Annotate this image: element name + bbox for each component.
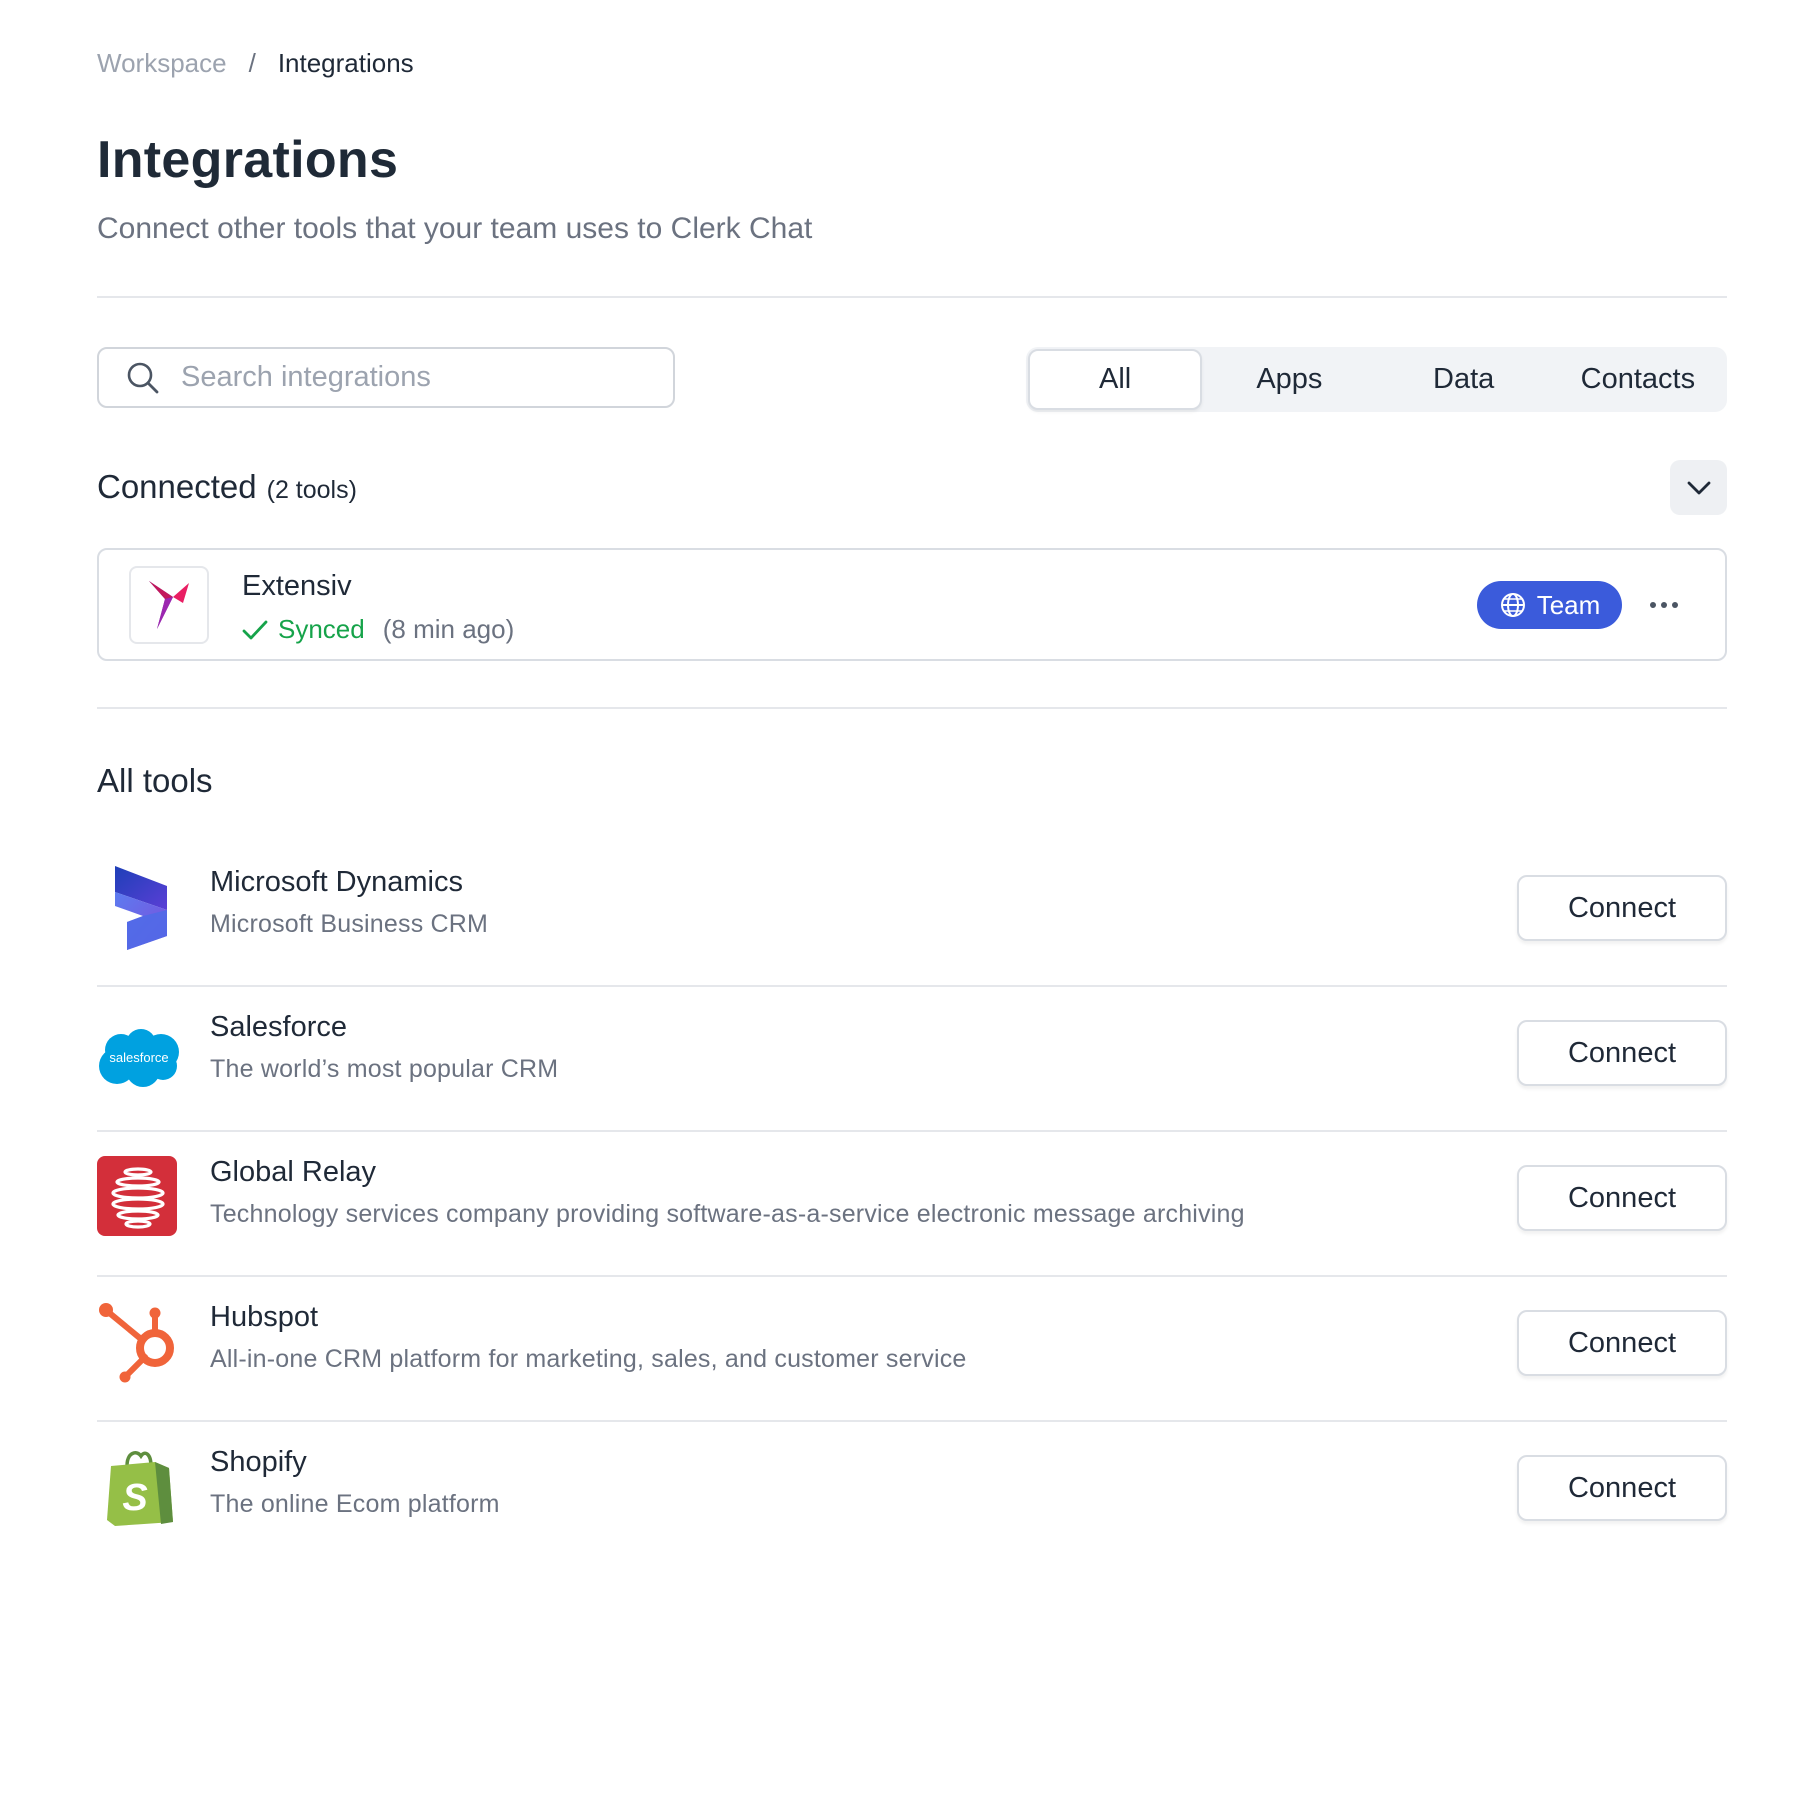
search-input[interactable] [179,351,643,404]
salesforce-logo-text: salesforce [109,1050,168,1065]
page-subtitle: Connect other tools that your team uses … [97,212,813,245]
hubspot-logo-icon [99,1303,174,1383]
more-options-button[interactable] [1639,586,1689,624]
sync-status: Synced (8 min ago) [242,614,514,645]
svg-text:S: S [122,1477,147,1519]
tab-all[interactable]: All [1028,349,1203,410]
salesforce-cloud-icon: salesforce [99,1029,179,1087]
connected-title-label: Connected [97,468,257,505]
hubspot-logo [97,1301,181,1385]
row-divider [97,1275,1727,1277]
tool-name: Global Relay [210,1156,377,1188]
tool-name: Shopify [210,1446,307,1478]
tool-row-salesforce: salesforce Salesforce The world’s most p… [97,1011,1727,1156]
salesforce-logo: salesforce [97,1016,181,1100]
tool-name: Microsoft Dynamics [210,866,463,898]
extensiv-logo-icon [149,581,189,629]
tool-name: Salesforce [210,1011,348,1043]
team-badge-label: Team [1536,589,1601,620]
global-relay-logo [97,1156,177,1236]
sync-status-label: Synced [278,614,365,644]
tool-row-shopify: S Shopify The online Ecom platform Conne… [97,1446,1727,1591]
shopify-logo: S [97,1446,181,1530]
row-divider [97,1420,1727,1422]
collapse-connected-button[interactable] [1670,460,1727,515]
breadcrumb-workspace-link[interactable]: Workspace [97,48,227,79]
tab-data[interactable]: Data [1377,349,1551,410]
connected-tool-name: Extensiv [242,570,352,602]
row-divider [97,985,1727,987]
section-divider [97,707,1727,709]
connect-hubspot-button[interactable]: Connect [1517,1310,1727,1376]
breadcrumb-separator: / [248,48,256,78]
connect-shopify-button[interactable]: Connect [1517,1455,1727,1521]
connect-microsoft-dynamics-button[interactable]: Connect [1517,875,1727,941]
tool-row-microsoft-dynamics: Microsoft Dynamics Microsoft Business CR… [97,866,1727,1011]
tool-description: Technology services company providing so… [210,1200,1245,1228]
more-horizontal-icon [1650,602,1678,608]
header-divider [97,296,1727,298]
check-icon [242,620,268,639]
row-divider [97,1130,1727,1132]
search-icon [127,362,159,393]
extensiv-logo [129,566,209,644]
integrations-page: Workspace / Integrations Integrations Co… [0,0,1808,1800]
tab-contacts[interactable]: Contacts [1551,349,1725,410]
globe-icon [1500,593,1525,617]
connect-salesforce-button[interactable]: Connect [1517,1020,1727,1086]
chevron-down-icon [1687,481,1710,494]
connected-integration-card: Extensiv Synced (8 min ago) Team [97,548,1727,661]
team-scope-badge[interactable]: Team [1477,581,1622,629]
all-tools-title: All tools [97,762,213,799]
page-title: Integrations [97,131,399,189]
microsoft-dynamics-logo [97,866,181,950]
tool-description: The world’s most popular CRM [210,1055,559,1083]
connect-global-relay-button[interactable]: Connect [1517,1165,1727,1231]
tab-apps[interactable]: Apps [1202,349,1376,410]
tool-name: Hubspot [210,1301,319,1333]
shopify-bag-icon: S [107,1451,173,1526]
tool-row-global-relay: Global Relay Technology services company… [97,1156,1727,1301]
microsoft-dynamics-logo-icon [115,866,167,950]
tool-description: The online Ecom platform [210,1490,500,1518]
tool-row-hubspot: Hubspot All-in-one CRM platform for mark… [97,1301,1727,1446]
tool-description: Microsoft Business CRM [210,910,489,938]
connected-section-title: Connected (2 tools) [97,468,357,506]
breadcrumb: Workspace / Integrations [97,48,414,79]
sync-time: (8 min ago) [382,614,515,644]
filter-tabs: All Apps Data Contacts [1026,347,1727,412]
tool-description: All-in-one CRM platform for marketing, s… [210,1345,967,1373]
breadcrumb-current: Integrations [277,48,414,78]
search-box[interactable] [97,347,675,408]
global-relay-logo-icon [97,1156,177,1236]
connected-count: (2 tools) [266,476,357,504]
